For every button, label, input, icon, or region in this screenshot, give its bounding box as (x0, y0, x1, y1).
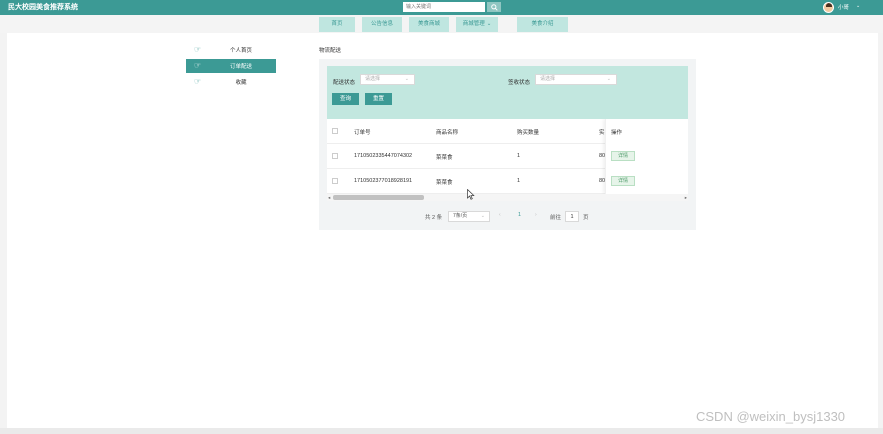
column-header: 订单号 (354, 130, 371, 136)
search-input[interactable] (403, 2, 485, 12)
nav-announcements[interactable]: 公告信息 (362, 17, 402, 32)
left-gutter (0, 33, 7, 428)
next-page-icon[interactable]: › (535, 212, 537, 218)
nav-mall-management[interactable]: 商城管理 ⌄ (456, 17, 498, 32)
mouse-cursor-icon (467, 189, 475, 200)
avatar[interactable] (823, 2, 834, 13)
order-number: 1710502377018928191 (354, 178, 413, 184)
horizontal-scrollbar[interactable]: ◂ ▸ (327, 194, 688, 201)
detail-button[interactable]: 详情 (611, 151, 635, 161)
nav-food-mall[interactable]: 美食商城 (409, 17, 449, 32)
page-size-select[interactable]: 7条/页 ⌄ (448, 211, 490, 222)
filter-bar: 配送状态 请选择 ⌄ 签收状态 请选择 ⌄ 查询 重置 (327, 66, 688, 119)
product-name: 菜菜食 (436, 180, 453, 186)
nav-food-mall-label: 美食商城 (417, 21, 440, 27)
side-menu: ☞ 个人首页 ☞ 订单配送 ☞ 收藏 (186, 43, 276, 91)
goto-label: 前往 (550, 215, 562, 221)
row-checkbox[interactable] (332, 153, 338, 159)
delivery-status-placeholder: 请选择 (365, 76, 381, 82)
column-header: 购买数量 (517, 130, 540, 136)
total-count: 共 2 条 (425, 215, 443, 221)
watermark: CSDN @weixin_bysj1330 (696, 409, 846, 424)
chevron-down-icon: ⌄ (486, 21, 492, 27)
receipt-status-select[interactable]: 请选择 ⌄ (535, 74, 617, 85)
column-header: 操作 (611, 130, 623, 136)
pointing-hand-icon: ☞ (194, 45, 202, 54)
pointing-hand-icon: ☞ (194, 77, 202, 86)
nav-food-intro-label: 美食介绍 (531, 21, 554, 27)
scrollbar-thumb[interactable] (333, 195, 424, 200)
sidebar-item-favorites[interactable]: ☞ 收藏 (186, 75, 276, 89)
page-title: 物流配送 (319, 48, 342, 54)
delivery-status-label: 配送状态 (333, 80, 356, 86)
product-name: 菜菜食 (436, 155, 453, 161)
chevron-down-icon: ⌄ (404, 76, 409, 82)
nav-announcements-label: 公告信息 (370, 21, 393, 27)
chevron-down-icon: ⌄ (480, 213, 485, 219)
bottom-bar (0, 428, 883, 434)
scroll-left-icon[interactable]: ◂ (328, 194, 330, 201)
select-all-checkbox[interactable] (332, 128, 338, 134)
search-icon (490, 3, 498, 11)
pointing-hand-icon: ☞ (194, 61, 202, 70)
scroll-right-icon[interactable]: ▸ (685, 194, 687, 201)
prev-page-icon[interactable]: ‹ (499, 212, 501, 218)
delivery-panel: 配送状态 请选择 ⌄ 签收状态 请选择 ⌄ 查询 重置 订单号 商品名称 购买数… (319, 59, 696, 230)
pagination: 共 2 条 7条/页 ⌄ ‹ 1 › 前往 页 (319, 211, 696, 223)
sidebar-item-profile[interactable]: ☞ 个人首页 (186, 43, 276, 57)
quantity: 1 (517, 178, 521, 184)
username[interactable]: 小哥 (838, 3, 849, 11)
nav-home-label: 首页 (331, 21, 343, 27)
page-size-value: 7条/页 (453, 213, 468, 219)
goto-page-input[interactable] (565, 211, 579, 222)
delivery-status-select[interactable]: 请选择 ⌄ (360, 74, 415, 85)
receipt-status-placeholder: 请选择 (540, 76, 556, 82)
sidebar-item-order-delivery[interactable]: ☞ 订单配送 (186, 59, 276, 73)
user-menu-chevron-icon[interactable]: ⌄ (856, 3, 860, 9)
receipt-status-label: 签收状态 (508, 80, 531, 86)
chevron-down-icon: ⌄ (606, 76, 611, 82)
nav-food-intro[interactable]: 美食介绍 (517, 17, 568, 32)
search-button[interactable] (487, 2, 501, 12)
right-gutter (878, 33, 883, 428)
page-number[interactable]: 1 (518, 212, 521, 218)
nav-mall-management-label: 商城管理 (462, 21, 485, 27)
main-nav: 首页 公告信息 美食商城 商城管理 ⌄ 美食介绍 (0, 15, 883, 33)
reset-button[interactable]: 重置 (365, 93, 392, 105)
sidebar-item-label: 收藏 (235, 80, 247, 86)
order-number: 1710502335447074302 (354, 153, 413, 159)
detail-button[interactable]: 详情 (611, 176, 635, 186)
orders-table: 订单号 商品名称 购买数量 实 1710502335447074302 菜菜食 … (327, 119, 688, 194)
quantity: 1 (517, 153, 521, 159)
nav-home[interactable]: 首页 (319, 17, 355, 32)
page-unit-label: 页 (583, 215, 589, 221)
row-checkbox[interactable] (332, 178, 338, 184)
app-title: 民大校园美食推荐系统 (8, 4, 78, 11)
column-header: 实 (599, 130, 605, 136)
sidebar-item-label: 个人首页 (229, 48, 252, 54)
top-bar: 民大校园美食推荐系统 小哥 ⌄ (0, 0, 883, 15)
sidebar-item-label: 订单配送 (229, 64, 252, 70)
operations-column: 操作 详情 详情 (605, 119, 688, 194)
column-header: 商品名称 (436, 130, 459, 136)
query-button[interactable]: 查询 (332, 93, 359, 105)
